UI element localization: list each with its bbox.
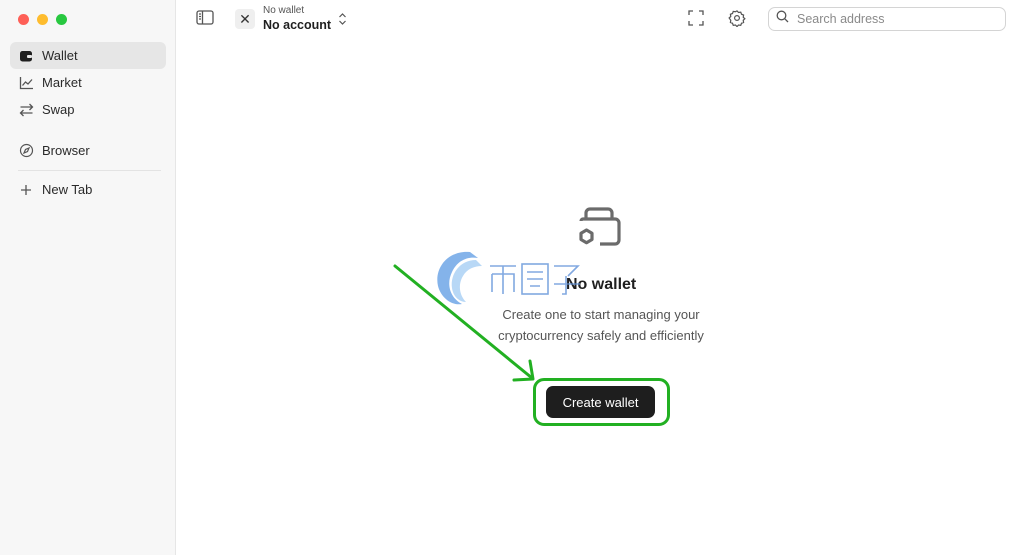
account-status-label: No account <box>263 18 332 32</box>
sidebar-item-browser[interactable]: Browser <box>10 137 166 164</box>
close-icon[interactable]: ✕ <box>235 9 255 29</box>
wallet-icon <box>18 48 34 64</box>
zoom-window-button[interactable] <box>56 14 67 25</box>
search-input[interactable] <box>795 11 999 27</box>
sidebar-item-wallet[interactable]: Wallet <box>10 42 166 69</box>
close-window-button[interactable] <box>18 14 29 25</box>
create-wallet-button[interactable]: Create wallet <box>546 386 655 418</box>
sidebar-item-label: Browser <box>42 143 90 158</box>
chevron-up-down-icon <box>338 12 347 26</box>
chart-line-icon <box>18 75 34 91</box>
account-labels: No wallet No account <box>263 5 331 33</box>
toggle-sidebar-button[interactable] <box>195 10 215 30</box>
sidebar-item-label: New Tab <box>42 182 93 197</box>
search-bar[interactable] <box>768 7 1006 31</box>
sidebar-item-new-tab[interactable]: New Tab <box>10 176 166 203</box>
sidebar-divider <box>18 170 161 171</box>
window-controls <box>18 14 67 25</box>
wallet-status-label: No wallet <box>263 5 305 16</box>
sidebar: Wallet Market Swap Browser New Tab <box>0 0 176 555</box>
expand-icon <box>688 9 704 31</box>
sidebar-item-label: Swap <box>42 102 75 117</box>
account-selector[interactable]: ✕ No wallet No account <box>235 5 347 33</box>
sidebar-item-market[interactable]: Market <box>10 69 166 96</box>
sidebar-item-swap[interactable]: Swap <box>10 96 166 123</box>
fullscreen-button[interactable] <box>687 9 705 31</box>
sidebar-toggle-icon <box>196 10 214 30</box>
watermark-logo <box>430 246 590 315</box>
swap-arrows-icon <box>18 102 34 118</box>
sidebar-item-label: Wallet <box>42 48 78 63</box>
search-icon <box>776 10 789 28</box>
empty-wallet-icon <box>578 205 623 252</box>
gear-icon <box>728 9 746 32</box>
sidebar-item-label: Market <box>42 75 82 90</box>
minimize-window-button[interactable] <box>37 14 48 25</box>
plus-icon <box>18 182 34 198</box>
settings-button[interactable] <box>727 9 747 32</box>
compass-icon <box>18 143 34 159</box>
